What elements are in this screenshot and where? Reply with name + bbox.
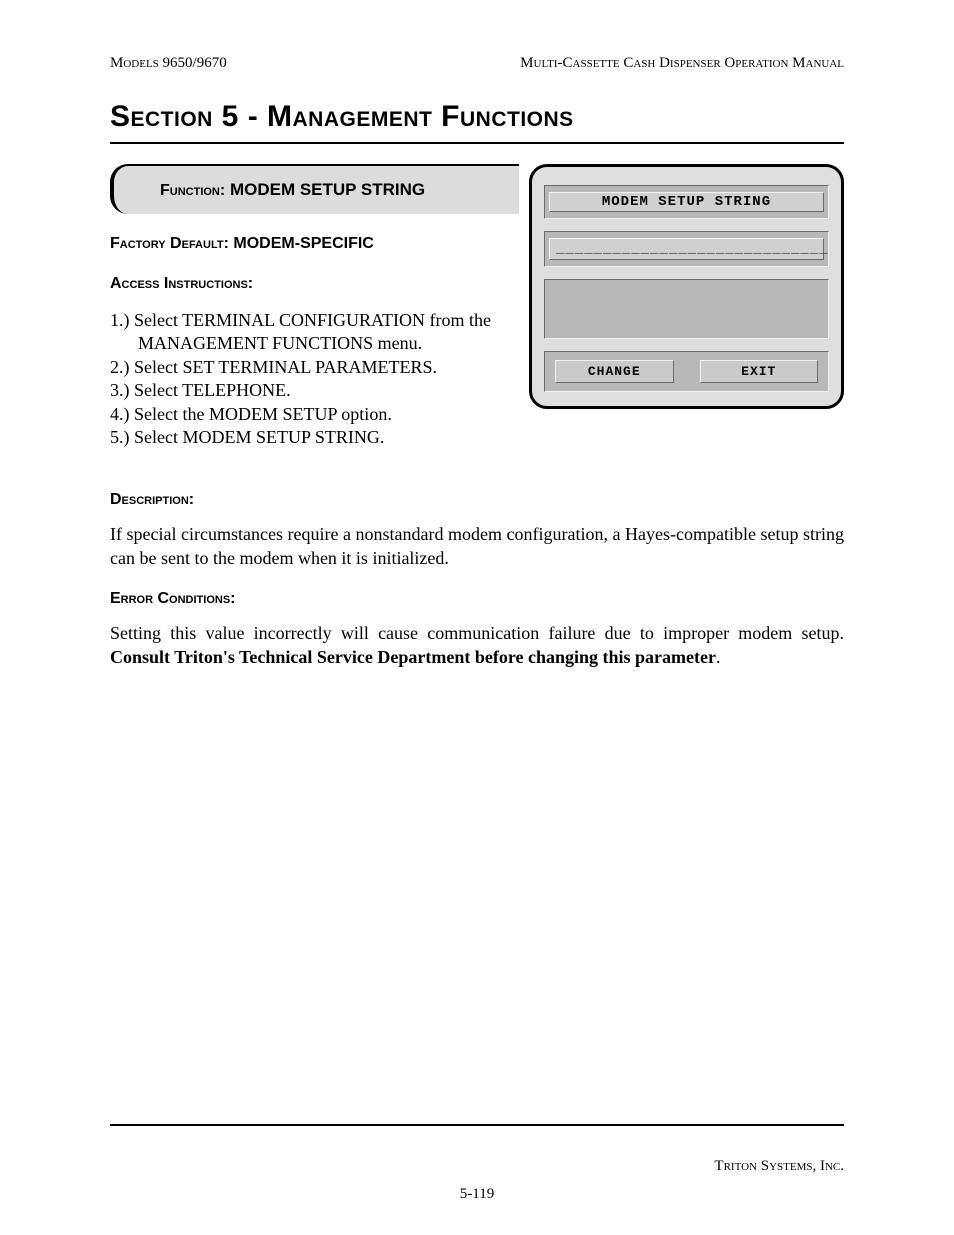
footer-page-number: 5-119 [0,1186,954,1203]
title-rule [110,142,844,144]
atm-screen: MODEM SETUP STRING _____________________… [529,164,844,409]
description-label: Description: [110,491,844,509]
atm-button-row: CHANGE EXIT [544,351,829,392]
error-conditions-label: Error Conditions: [110,590,844,608]
content-area: Function: MODEM SETUP STRING Factory Def… [110,164,844,469]
running-header: Models 9650/9670 Multi-Cassette Cash Dis… [110,55,844,72]
footer-company: Triton Systems, Inc. [714,1158,844,1175]
error-text-tail: . [716,647,721,667]
header-right: Multi-Cassette Cash Dispenser Operation … [520,55,844,72]
access-steps-list: 1.) Select TERMINAL CONFIGURATION from t… [110,309,519,449]
access-instructions-label: Access Instructions: [110,275,519,293]
list-item: 2.) Select SET TERMINAL PARAMETERS. [110,356,519,379]
factory-default-label: Factory Default: [110,235,229,252]
atm-blank-area [544,279,829,339]
list-item: 4.) Select the MODEM SETUP option. [110,403,519,426]
atm-input-field[interactable]: _____________________________ [549,238,824,260]
atm-title-panel: MODEM SETUP STRING [544,185,829,219]
header-left: Models 9650/9670 [110,55,227,72]
atm-title: MODEM SETUP STRING [549,192,824,212]
footer-rule [110,1124,844,1126]
document-page: Models 9650/9670 Multi-Cassette Cash Dis… [0,0,954,1235]
exit-button[interactable]: EXIT [700,360,819,383]
list-item: 3.) Select TELEPHONE. [110,379,519,402]
atm-input-panel: _____________________________ [544,231,829,267]
section-title: Section 5 - Management Functions [110,100,844,134]
error-conditions-text: Setting this value incorrectly will caus… [110,622,844,669]
error-text-plain: Setting this value incorrectly will caus… [110,623,844,643]
change-button[interactable]: CHANGE [555,360,674,383]
list-item: 1.) Select TERMINAL CONFIGURATION from t… [110,309,519,356]
factory-default: Factory Default: MODEM-SPECIFIC [110,232,519,253]
function-tab: Function: MODEM SETUP STRING [110,164,519,214]
left-column: Function: MODEM SETUP STRING Factory Def… [110,164,519,469]
list-item: 5.) Select MODEM SETUP STRING. [110,426,519,449]
description-text: If special circumstances require a nonst… [110,523,844,570]
function-name: MODEM SETUP STRING [230,180,425,199]
function-label: Function: [160,182,225,199]
factory-default-value: MODEM-SPECIFIC [233,235,373,252]
error-text-bold: Consult Triton's Technical Service Depar… [110,647,716,667]
